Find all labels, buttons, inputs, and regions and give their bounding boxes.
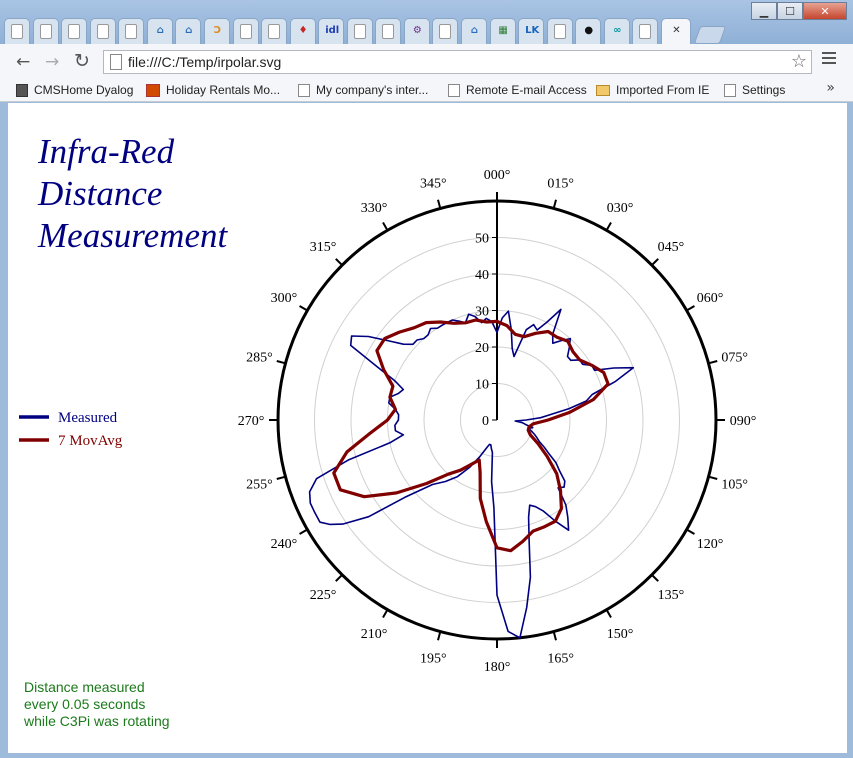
- angle-label: 210°: [361, 627, 388, 642]
- angle-tick: [686, 528, 695, 535]
- angle-label: 165°: [547, 652, 574, 667]
- angle-label: 075°: [721, 350, 748, 365]
- angle-label: 330°: [361, 201, 388, 216]
- angle-tick: [335, 258, 343, 266]
- radial-tick-label: 40: [475, 268, 489, 283]
- angle-label: 285°: [246, 350, 273, 365]
- angle-tick: [708, 475, 718, 480]
- angle-tick: [651, 574, 659, 582]
- angle-label: 060°: [697, 291, 724, 306]
- angle-label: 150°: [607, 627, 634, 642]
- annotation-text: Distance measured: [24, 679, 145, 695]
- angle-label: 120°: [697, 537, 724, 552]
- legend-label: Measured: [58, 410, 118, 426]
- angle-label: 225°: [310, 588, 337, 603]
- radial-tick-label: 30: [475, 305, 489, 320]
- chart-title: Infra-Red: [37, 132, 175, 171]
- angle-label: 045°: [658, 240, 685, 255]
- annotation-text: while C3Pi was rotating: [23, 713, 170, 729]
- angle-label: 345°: [420, 176, 447, 191]
- angle-tick: [552, 199, 557, 209]
- angle-tick: [299, 305, 308, 312]
- angle-label: 300°: [271, 291, 298, 306]
- angle-label: 195°: [420, 652, 447, 667]
- radial-tick-label: 0: [482, 414, 489, 429]
- angle-tick: [605, 609, 612, 618]
- polar-chart: 000° 015° 030° 045° 060° 075° 090° 105° 120° 135°…: [19, 132, 757, 729]
- angle-tick: [552, 631, 557, 641]
- angle-label: 015°: [547, 176, 574, 191]
- radial-tick-label: 20: [475, 341, 489, 356]
- angle-tick: [437, 199, 442, 209]
- chart-title: Measurement: [37, 216, 228, 255]
- angle-tick: [382, 609, 389, 618]
- radial-tick-label: 50: [475, 232, 489, 247]
- angle-tick: [276, 360, 286, 365]
- angle-label: 090°: [730, 414, 757, 429]
- angle-tick: [686, 305, 695, 312]
- angle-tick: [276, 475, 286, 480]
- angle-label: 270°: [238, 414, 265, 429]
- angle-tick: [299, 528, 308, 535]
- angle-label: 180°: [484, 660, 511, 675]
- angle-tick: [651, 258, 659, 266]
- radial-tick-label: 10: [475, 378, 489, 393]
- angle-label: 240°: [271, 537, 298, 552]
- angle-label: 030°: [607, 201, 634, 216]
- angle-label: 105°: [721, 478, 748, 493]
- angle-tick: [708, 360, 718, 365]
- chart-title: Distance: [37, 174, 162, 213]
- angle-label: 255°: [246, 478, 273, 493]
- angle-tick: [382, 222, 389, 231]
- angle-label: 315°: [310, 240, 337, 255]
- angle-label: 135°: [658, 588, 685, 603]
- legend-label: 7 MovAvg: [58, 433, 123, 449]
- angle-tick: [437, 631, 442, 641]
- angle-tick: [335, 574, 343, 582]
- angle-label: 000°: [484, 168, 511, 183]
- angle-tick: [605, 222, 612, 231]
- annotation-text: every 0.05 seconds: [24, 696, 145, 712]
